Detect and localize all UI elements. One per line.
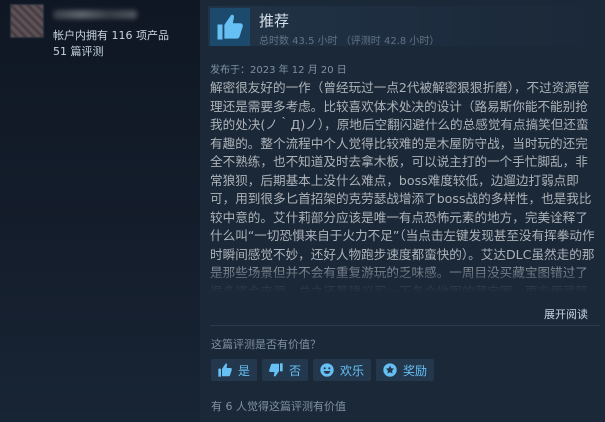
vote-funny-label: 欢乐 bbox=[340, 363, 365, 378]
review-text: 解密很友好的一作（曾经玩过一点2代被解密狠狠折磨），不过资源管理还是需要多考虑。… bbox=[210, 80, 595, 292]
posted-date: 发布于：2023 年 12 月 20 日 bbox=[210, 65, 347, 76]
reviews-count[interactable]: 51 篇评测 bbox=[53, 43, 104, 59]
vote-no-button[interactable]: 否 bbox=[262, 359, 309, 381]
divider bbox=[210, 325, 600, 326]
verdict-thumb-box[interactable] bbox=[210, 8, 250, 46]
avatar[interactable] bbox=[10, 4, 44, 38]
award-button[interactable]: 奖励 bbox=[376, 359, 435, 381]
vote-funny-button[interactable]: 欢乐 bbox=[313, 359, 372, 381]
games-owned-count[interactable]: 帐户内拥有 116 项产品 bbox=[53, 27, 169, 43]
thumbs-up-icon bbox=[218, 363, 232, 377]
thumbs-up-icon bbox=[217, 14, 243, 40]
playtime-hours: 总时数 43.5 小时 （评测时 42.8 小时） bbox=[259, 36, 440, 47]
vote-yes-label: 是 bbox=[238, 363, 251, 378]
found-helpful-count: 有 6 人觉得这篇评测有价值 bbox=[211, 400, 346, 413]
thumbs-down-icon bbox=[269, 363, 283, 377]
expand-review-link[interactable]: 展开阅读 bbox=[544, 306, 588, 322]
vote-yes-button[interactable]: 是 bbox=[211, 359, 258, 381]
helpful-question: 这篇评测是否有价值？ bbox=[211, 338, 321, 351]
author-panel bbox=[0, 0, 200, 422]
verdict-title[interactable]: 推荐 bbox=[259, 10, 289, 31]
vote-button-row: 是 否 欢乐 奖励 bbox=[211, 359, 435, 381]
smiley-icon bbox=[320, 363, 334, 377]
author-name-redacted[interactable] bbox=[53, 10, 137, 19]
vote-no-label: 否 bbox=[289, 363, 302, 378]
award-icon bbox=[383, 363, 397, 377]
award-label: 奖励 bbox=[403, 363, 428, 378]
